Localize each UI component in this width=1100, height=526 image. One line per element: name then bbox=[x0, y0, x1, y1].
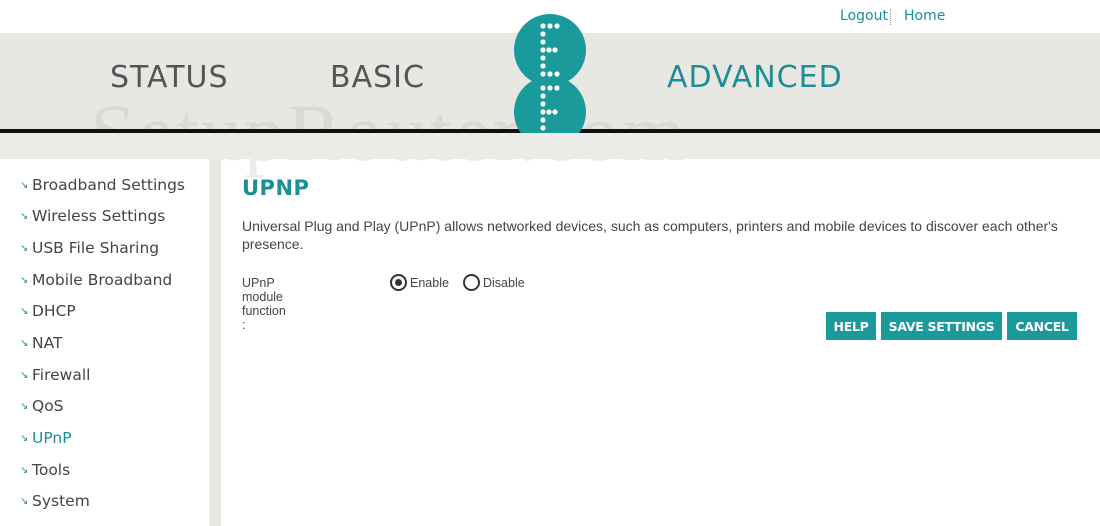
help-button[interactable]: HELP bbox=[826, 312, 876, 340]
tab-status[interactable]: STATUS bbox=[110, 60, 229, 95]
sidebar-item-label: Broadband Settings bbox=[32, 176, 185, 194]
arrow-down-right-icon: ↘ bbox=[20, 306, 29, 317]
sidebar-item-label: System bbox=[32, 492, 90, 510]
home-link[interactable]: Home bbox=[904, 8, 945, 24]
sidebar-item-usb-file-sharing[interactable]: ↘ USB File Sharing bbox=[20, 239, 159, 261]
upnp-enable-radio[interactable] bbox=[390, 274, 407, 291]
top-links-separator bbox=[890, 9, 891, 25]
sidebar-item-dhcp[interactable]: ↘ DHCP bbox=[20, 302, 76, 324]
arrow-down-right-icon: ↘ bbox=[20, 180, 29, 191]
arrow-down-right-icon: ↘ bbox=[20, 465, 29, 476]
sidebar-item-qos[interactable]: ↘ QoS bbox=[20, 397, 64, 419]
upnp-disable-radio[interactable] bbox=[463, 274, 480, 291]
sidebar-item-nat[interactable]: ↘ NAT bbox=[20, 334, 62, 356]
upnp-enable-label[interactable]: Enable bbox=[410, 276, 449, 290]
sidebar-item-label: Wireless Settings bbox=[32, 207, 166, 225]
sidebar-item-label: Mobile Broadband bbox=[32, 271, 173, 289]
content-top-band bbox=[0, 133, 1100, 159]
sidebar-item-wireless-settings[interactable]: ↘ Wireless Settings bbox=[20, 207, 165, 229]
arrow-down-right-icon: ↘ bbox=[20, 370, 29, 381]
tab-advanced[interactable]: ADVANCED bbox=[667, 60, 843, 95]
page-title: UPNP bbox=[242, 176, 310, 200]
sidebar-item-broadband-settings[interactable]: ↘ Broadband Settings bbox=[20, 176, 185, 198]
sidebar-item-upnp[interactable]: ↘ UPnP bbox=[20, 429, 72, 451]
upnp-disable-label[interactable]: Disable bbox=[483, 276, 525, 290]
sidebar-item-label: NAT bbox=[32, 334, 63, 352]
arrow-down-right-icon: ↘ bbox=[20, 433, 29, 444]
arrow-down-right-icon: ↘ bbox=[20, 243, 29, 254]
sidebar-item-mobile-broadband[interactable]: ↘ Mobile Broadband bbox=[20, 271, 172, 293]
cancel-button[interactable]: CANCEL bbox=[1007, 312, 1077, 340]
arrow-down-right-icon: ↘ bbox=[20, 401, 29, 412]
upnp-module-label: UPnP module function : bbox=[242, 276, 286, 332]
arrow-down-right-icon: ↘ bbox=[20, 338, 29, 349]
top-links: Logout Home bbox=[800, 8, 1100, 26]
sidebar-item-label: QoS bbox=[32, 397, 64, 415]
tab-basic[interactable]: BASIC bbox=[330, 60, 425, 95]
logout-link[interactable]: Logout bbox=[840, 8, 888, 24]
sidebar: ↘ Broadband Settings ↘ Wireless Settings ↘ US… bbox=[0, 159, 209, 526]
save-settings-button[interactable]: SAVE SETTINGS bbox=[881, 312, 1002, 340]
sidebar-divider bbox=[209, 159, 221, 526]
sidebar-item-label: Tools bbox=[32, 461, 71, 479]
sidebar-item-label: UPnP bbox=[32, 429, 72, 447]
arrow-down-right-icon: ↘ bbox=[20, 496, 29, 507]
sidebar-item-firewall[interactable]: ↘ Firewall bbox=[20, 366, 90, 388]
sidebar-item-label: Firewall bbox=[32, 366, 91, 384]
ee-logo[interactable] bbox=[512, 14, 588, 148]
page-description: Universal Plug and Play (UPnP) allows ne… bbox=[242, 218, 1058, 252]
arrow-down-right-icon: ↘ bbox=[20, 211, 29, 222]
sidebar-item-label: DHCP bbox=[32, 302, 76, 320]
sidebar-item-system[interactable]: ↘ System bbox=[20, 492, 90, 514]
arrow-down-right-icon: ↘ bbox=[20, 275, 29, 286]
sidebar-item-label: USB File Sharing bbox=[32, 239, 160, 257]
sidebar-item-tools[interactable]: ↘ Tools bbox=[20, 461, 70, 483]
